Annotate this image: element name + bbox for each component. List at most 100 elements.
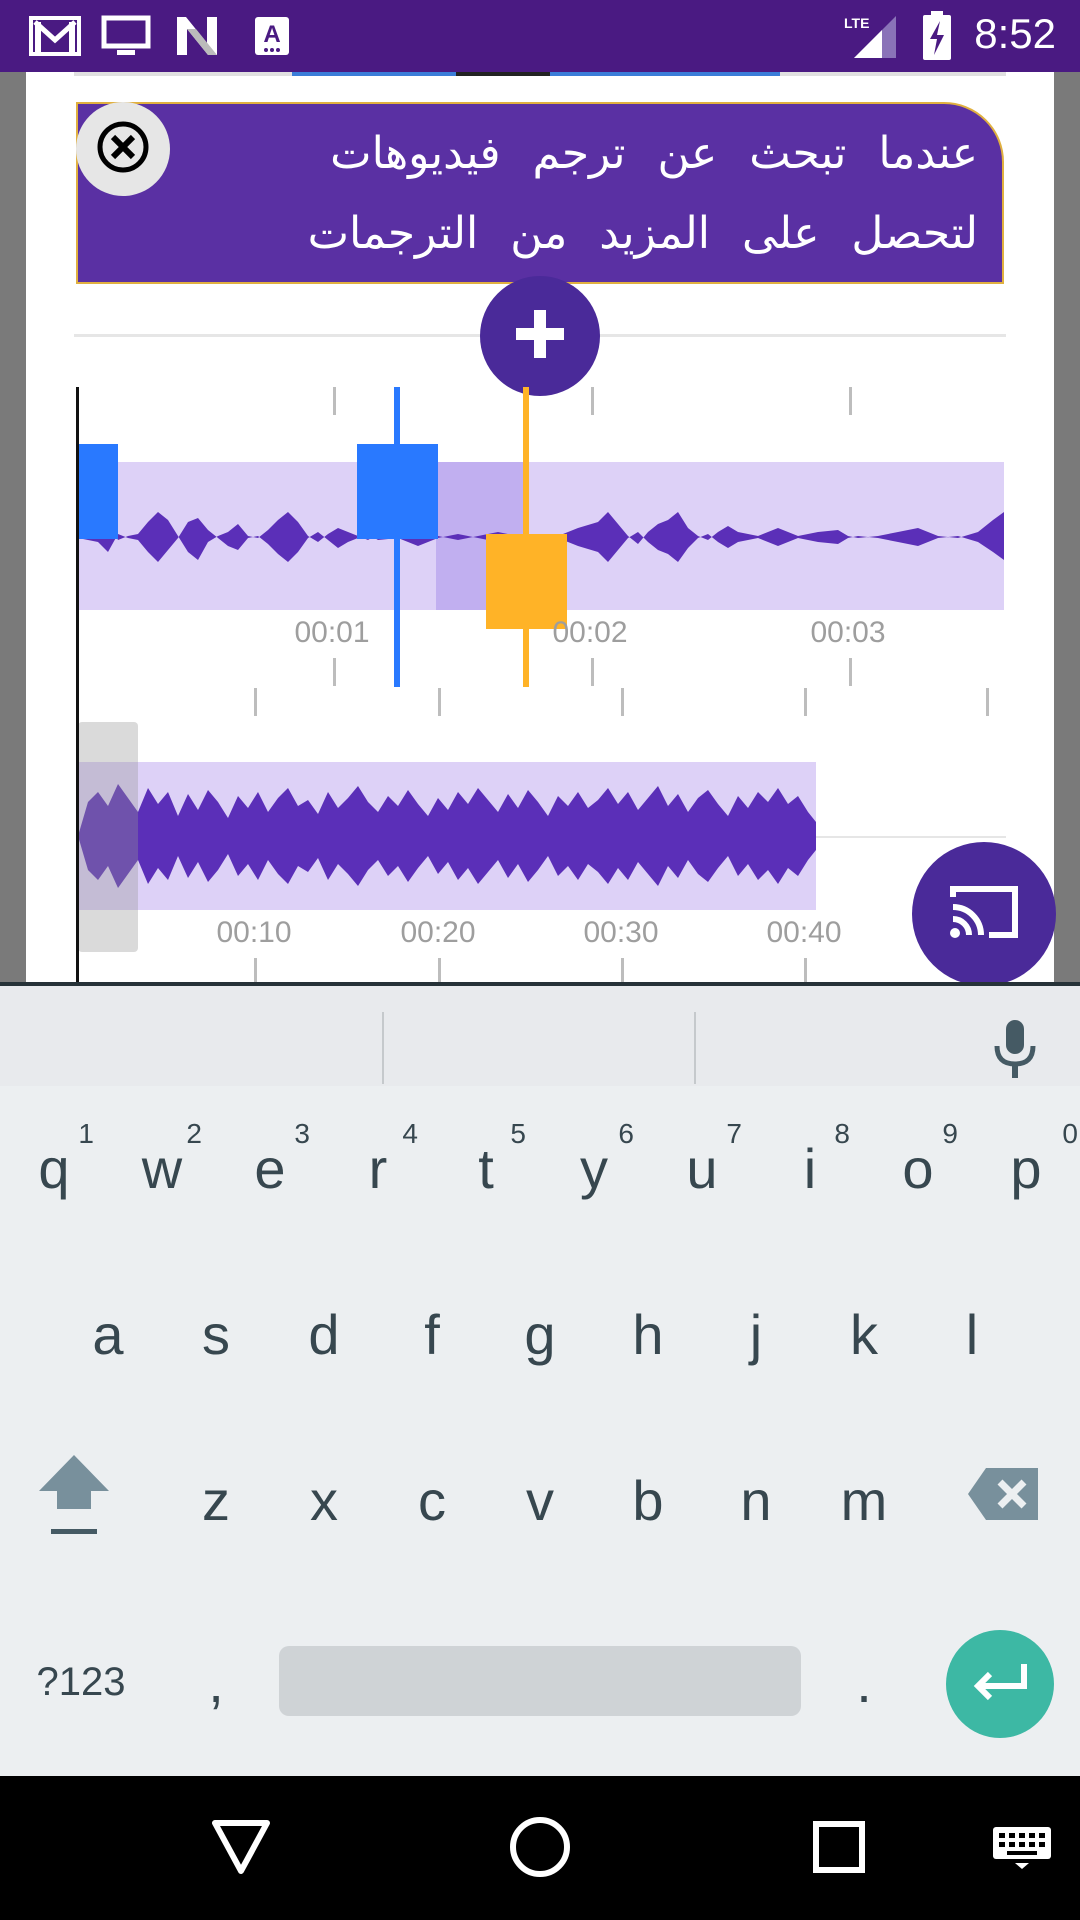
key-e[interactable]: e3: [216, 1108, 324, 1228]
shift-key[interactable]: [20, 1440, 128, 1560]
key-hint: 7: [726, 1118, 742, 1149]
suggestion-strip[interactable]: [0, 986, 1080, 1086]
key-c[interactable]: c: [378, 1440, 486, 1560]
soft-keyboard: q1 w2 e3 r4 t5 y6 u7 i8 o9 p0 a s d f g …: [0, 982, 1080, 1776]
keyboard-switch-button[interactable]: [976, 1804, 1068, 1894]
tv-icon: [100, 12, 152, 60]
gmail-icon: [28, 12, 82, 60]
key-y[interactable]: y6: [540, 1108, 648, 1228]
key-hint: 1: [78, 1118, 94, 1149]
overview-viewport-window[interactable]: [78, 722, 138, 952]
subtitle-end-handle[interactable]: [486, 534, 567, 629]
key-d[interactable]: d: [270, 1274, 378, 1394]
key-q[interactable]: q1: [0, 1108, 108, 1228]
comma-key[interactable]: ,: [162, 1622, 270, 1742]
shift-icon: [37, 1451, 111, 1550]
back-button[interactable]: [196, 1804, 286, 1894]
key-r[interactable]: r4: [324, 1108, 432, 1228]
overview-tick: [254, 958, 257, 982]
signal-icon: LTE: [842, 12, 898, 60]
overview-tick: [438, 958, 441, 982]
space-key[interactable]: [279, 1646, 801, 1716]
key-label: t: [478, 1136, 494, 1200]
key-t[interactable]: t5: [432, 1108, 540, 1228]
overview-label: 00:20: [400, 916, 476, 949]
cast-button[interactable]: [912, 842, 1056, 986]
cast-icon: [949, 883, 1019, 945]
key-v[interactable]: v: [486, 1440, 594, 1560]
overview-tick: [804, 688, 807, 716]
key-z[interactable]: z: [162, 1440, 270, 1560]
video-thumbnail: [550, 72, 780, 76]
video-thumbnail: [456, 72, 550, 76]
key-hint: 3: [294, 1118, 310, 1149]
add-subtitle-button[interactable]: [480, 276, 600, 396]
key-n[interactable]: n: [702, 1440, 810, 1560]
enter-icon: [970, 1662, 1030, 1706]
playhead-line[interactable]: [76, 387, 79, 982]
close-banner-button[interactable]: [76, 102, 170, 196]
key-label: e: [254, 1136, 286, 1200]
waveform-overview-baseline: [816, 836, 1006, 838]
enter-key[interactable]: [946, 1630, 1054, 1738]
key-l[interactable]: l: [918, 1274, 1026, 1394]
subtitle-banner[interactable]: عندما تبحث عن ترجم فيديوهات لتحصل على ال…: [76, 102, 1004, 284]
back-triangle-icon: [211, 1819, 271, 1879]
timeline-tick: [333, 387, 336, 415]
timeline-tick: [591, 658, 594, 686]
key-k[interactable]: k: [810, 1274, 918, 1394]
key-hint: 8: [834, 1118, 850, 1149]
key-s[interactable]: s: [162, 1274, 270, 1394]
n-icon: [172, 12, 222, 60]
font-a-icon: A: [252, 12, 292, 60]
key-hint: 5: [510, 1118, 526, 1149]
key-i[interactable]: i8: [756, 1108, 864, 1228]
timeline-label: 00:01: [294, 616, 370, 649]
subtitle-text: عندما تبحث عن ترجم فيديوهات لتحصل على ال…: [218, 114, 978, 274]
key-a[interactable]: a: [54, 1274, 162, 1394]
subtitle-line: عندما تبحث عن ترجم فيديوهات: [330, 128, 978, 179]
key-b[interactable]: b: [594, 1440, 702, 1560]
key-hint: 4: [402, 1118, 418, 1149]
recents-square-icon: [812, 1820, 866, 1878]
battery-charging-icon: [920, 11, 954, 60]
svg-text:A: A: [263, 21, 280, 48]
timeline-tick: [333, 658, 336, 686]
network-label: LTE: [844, 15, 869, 31]
status-bar: A LTE 8:52: [0, 0, 1080, 72]
key-hint: 6: [618, 1118, 634, 1149]
key-o[interactable]: o9: [864, 1108, 972, 1228]
period-key[interactable]: .: [810, 1622, 918, 1742]
key-w[interactable]: w2: [108, 1108, 216, 1228]
key-j[interactable]: j: [702, 1274, 810, 1394]
navigation-bar: [0, 1776, 1080, 1920]
subtitle-start-handle[interactable]: [357, 444, 438, 539]
backspace-icon: [966, 1466, 1042, 1535]
home-button[interactable]: [495, 1804, 585, 1894]
symbols-key[interactable]: ?123: [26, 1622, 136, 1742]
key-u[interactable]: u7: [648, 1108, 756, 1228]
key-g[interactable]: g: [486, 1274, 594, 1394]
overview-tick: [986, 688, 989, 716]
mic-icon[interactable]: [992, 1018, 1038, 1084]
recents-button[interactable]: [794, 1804, 884, 1894]
key-label: i: [803, 1136, 817, 1200]
key-h[interactable]: h: [594, 1274, 702, 1394]
key-p[interactable]: p0: [972, 1108, 1080, 1228]
key-f[interactable]: f: [378, 1274, 486, 1394]
key-hint: 0: [1062, 1118, 1078, 1149]
keyboard-icon: [991, 1825, 1053, 1873]
timeline-tick: [849, 658, 852, 686]
key-label: o: [902, 1136, 934, 1200]
status-time: 8:52: [974, 10, 1056, 57]
subtitle-line: لتحصل على المزيد من الترجمات: [307, 208, 978, 259]
video-thumbnail: [292, 72, 456, 76]
key-m[interactable]: m: [810, 1440, 918, 1560]
timeline-label: 00:02: [552, 616, 628, 649]
overview-tick: [621, 688, 624, 716]
key-x[interactable]: x: [270, 1440, 378, 1560]
backspace-key[interactable]: [950, 1440, 1058, 1560]
key-label: q: [38, 1136, 70, 1200]
overview-tick: [254, 688, 257, 716]
subtitle-start-handle[interactable]: [78, 444, 118, 539]
